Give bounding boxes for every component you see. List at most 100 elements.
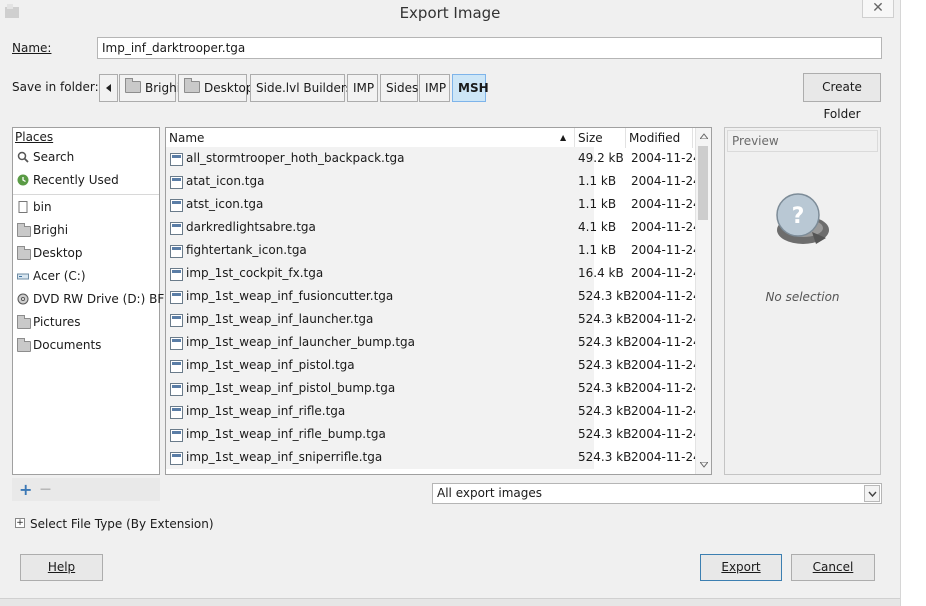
close-button[interactable]: ✕	[862, 0, 894, 18]
column-size-header[interactable]: Size	[575, 128, 626, 148]
document-icon	[18, 201, 28, 213]
place-acer-c[interactable]: Acer (C:)	[13, 265, 159, 288]
place-dvd-drive[interactable]: DVD RW Drive (D:) BFII	[13, 288, 171, 311]
path-button-msh[interactable]: MSH	[452, 74, 489, 102]
path-button-sides[interactable]: Sides	[380, 74, 418, 102]
scrollbar-thumb[interactable]	[698, 146, 708, 220]
help-button[interactable]: Help	[20, 554, 103, 581]
export-label: Export	[721, 560, 761, 574]
background-window-strip	[900, 0, 926, 606]
file-modified: 2004-11-24	[631, 266, 701, 280]
places-header-text: Places	[15, 130, 54, 144]
file-modified: 2004-11-24	[631, 335, 701, 349]
file-row[interactable]: imp_1st_weap_inf_rifle.tga 524.3 kB 2004-1…	[166, 400, 701, 423]
folder-icon	[17, 223, 31, 237]
file-name: imp_1st_weap_inf_rifle.tga	[186, 404, 346, 418]
scroll-up-icon[interactable]	[700, 133, 708, 139]
path-button-side-lvl-builders[interactable]: Side.lvl Builders	[250, 74, 352, 102]
place-search[interactable]: Search	[13, 146, 159, 169]
file-size: 4.1 kB	[578, 220, 617, 234]
place-label: Acer (C:)	[33, 269, 86, 283]
place-pictures[interactable]: Pictures	[13, 311, 159, 334]
file-row[interactable]: all_stormtrooper_hoth_backpack.tga 49.2 k…	[166, 147, 701, 170]
place-recently-used[interactable]: Recently Used	[13, 169, 159, 192]
cancel-button[interactable]: Cancel	[791, 554, 875, 581]
name-label-text: Name:	[12, 41, 52, 55]
file-size: 1.1 kB	[578, 197, 617, 211]
cancel-label: Cancel	[812, 560, 854, 574]
file-list-scrollbar[interactable]	[695, 128, 711, 474]
folder-icon	[17, 246, 31, 260]
file-size: 524.3 kB	[578, 450, 632, 464]
file-modified: 2004-11-24	[631, 312, 701, 326]
file-row[interactable]: imp_1st_weap_inf_pistol_bump.tga 524.3 kB…	[166, 377, 701, 400]
image-file-icon	[170, 268, 183, 281]
path-back-button[interactable]	[99, 74, 118, 102]
path-button-imp-2[interactable]: IMP	[419, 74, 450, 102]
scroll-down-icon[interactable]	[700, 462, 708, 468]
image-file-icon	[170, 291, 183, 304]
place-label: Search	[33, 150, 75, 164]
image-file-icon	[170, 337, 183, 350]
place-desktop[interactable]: Desktop	[13, 242, 159, 265]
file-row[interactable]: imp_1st_cockpit_fx.tga 16.4 kB 2004-11-24	[166, 262, 701, 285]
name-label: Name:	[12, 41, 51, 55]
file-row[interactable]: imp_1st_weap_inf_sniperrifle.tga 524.3 kB…	[166, 446, 701, 469]
place-label: Brighi	[33, 223, 69, 237]
file-filter-select[interactable]: All export images	[432, 483, 882, 504]
create-folder-button[interactable]: Create Folder	[803, 73, 881, 121]
file-name: imp_1st_cockpit_fx.tga	[186, 266, 324, 280]
file-row[interactable]: imp_1st_weap_inf_launcher_bump.tga 524.3 …	[166, 331, 701, 354]
path-button-imp[interactable]: IMP	[347, 74, 378, 102]
left-arrow-icon	[105, 84, 111, 92]
file-row[interactable]: atst_icon.tga 1.1 kB 2004-11-24	[166, 193, 701, 216]
search-icon	[17, 151, 29, 163]
filename-input[interactable]: Imp_inf_darktrooper.tga	[97, 37, 882, 59]
place-documents[interactable]: Documents	[13, 334, 159, 357]
image-file-icon	[170, 429, 183, 442]
recent-icon	[17, 174, 29, 186]
bottom-border	[0, 598, 900, 606]
file-name: imp_1st_weap_inf_sniperrifle.tga	[186, 450, 383, 464]
export-button[interactable]: Export	[700, 554, 782, 581]
file-row[interactable]: imp_1st_weap_inf_launcher.tga 524.3 kB 200…	[166, 308, 701, 331]
file-row[interactable]: imp_1st_weap_inf_pistol.tga 524.3 kB 2004-…	[166, 354, 701, 377]
svg-text:?: ?	[792, 204, 805, 229]
places-panel: Places Search Recently Used bin Brighi D…	[12, 127, 171, 475]
file-row[interactable]: darkredlightsabre.tga 4.1 kB 2004-11-24	[166, 216, 701, 239]
file-size: 524.3 kB	[578, 381, 632, 395]
place-label: DVD RW Drive (D:) BFII	[33, 292, 172, 306]
path-label: Desktop	[204, 81, 254, 95]
file-size: 1.1 kB	[578, 174, 617, 188]
chevron-down-icon	[868, 491, 877, 497]
file-row[interactable]: imp_1st_weap_inf_fusioncutter.tga 524.3 k…	[166, 285, 701, 308]
image-file-icon	[170, 176, 183, 189]
image-file-icon	[170, 314, 183, 327]
select-file-type-expander[interactable]: Select File Type (By Extension)	[30, 517, 214, 531]
file-row[interactable]: fightertank_icon.tga 1.1 kB 2004-11-24	[166, 239, 701, 262]
add-bookmark-button[interactable]: +	[19, 480, 32, 499]
file-name: imp_1st_weap_inf_rifle_bump.tga	[186, 427, 386, 441]
place-label: Desktop	[33, 246, 83, 260]
file-row[interactable]: imp_1st_weap_inf_rifle_bump.tga 524.3 kB 2…	[166, 423, 701, 446]
image-file-icon	[170, 245, 183, 258]
file-name: imp_1st_weap_inf_pistol.tga	[186, 358, 355, 372]
column-name-label: Name	[169, 131, 205, 145]
path-button-desktop[interactable]: Desktop	[178, 74, 254, 102]
column-name-header[interactable]: Name ▲	[166, 128, 575, 148]
file-name: imp_1st_weap_inf_fusioncutter.tga	[186, 289, 394, 303]
places-header[interactable]: Places	[15, 130, 53, 144]
path-button-brighi[interactable]: Brighi	[119, 74, 180, 102]
column-modified-header[interactable]: Modified	[626, 128, 693, 148]
remove-bookmark-button[interactable]: —	[40, 482, 51, 495]
dropdown-arrow-button[interactable]	[864, 485, 880, 502]
file-size: 524.3 kB	[578, 335, 632, 349]
image-file-icon	[170, 406, 183, 419]
place-bin[interactable]: bin	[13, 196, 159, 219]
place-brighi[interactable]: Brighi	[13, 219, 159, 242]
file-modified: 2004-11-24	[631, 358, 701, 372]
place-label: bin	[33, 200, 52, 214]
file-size: 1.1 kB	[578, 243, 617, 257]
file-row[interactable]: atat_icon.tga 1.1 kB 2004-11-24	[166, 170, 701, 193]
expander-plus-icon[interactable]: +	[15, 518, 25, 528]
